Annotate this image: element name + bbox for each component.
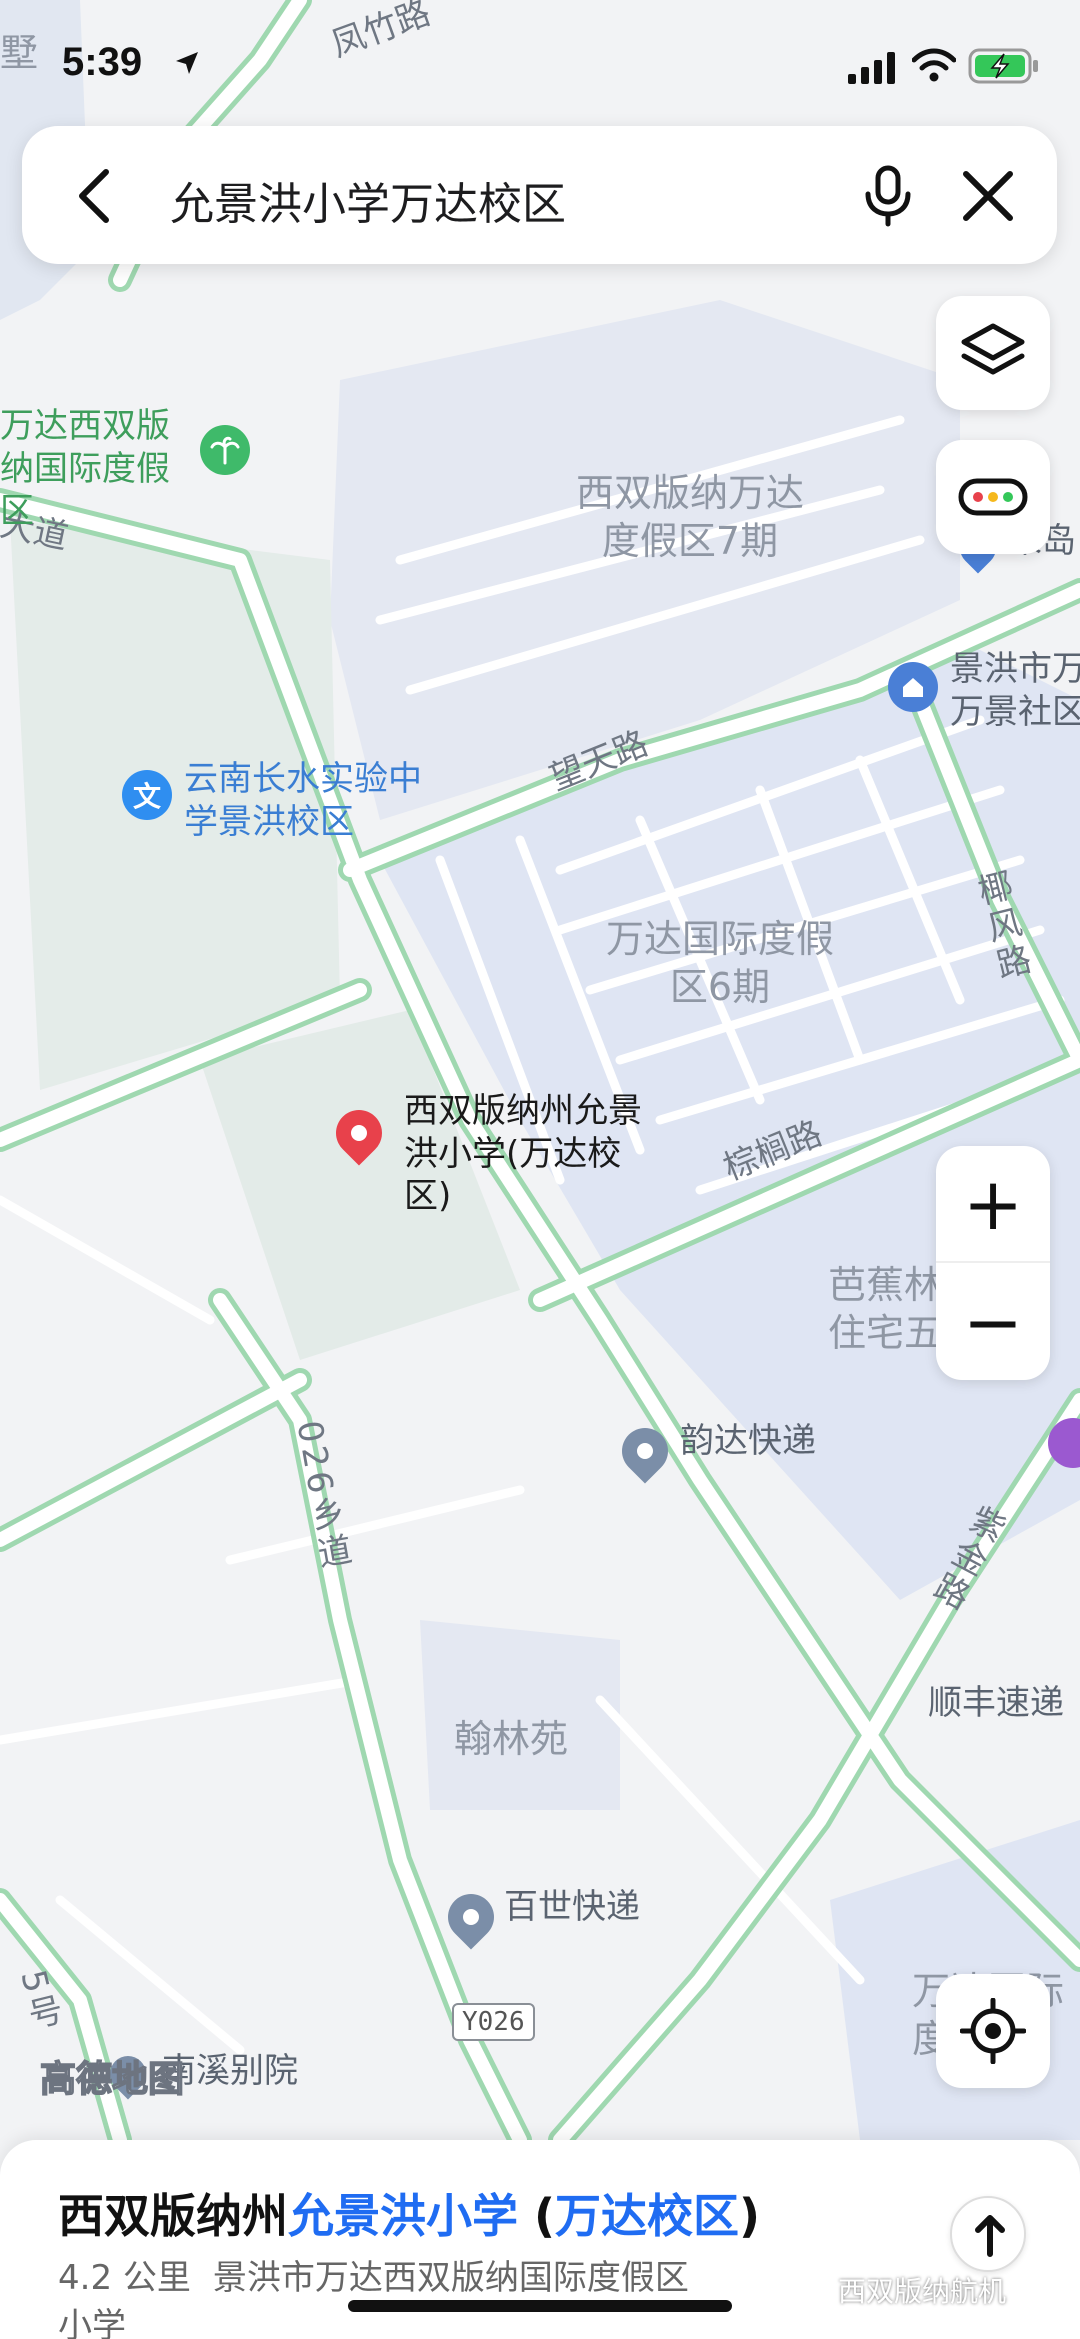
area-label-phase6[interactable]: 万达国际度假区6期 bbox=[600, 916, 840, 1011]
community-icon bbox=[888, 662, 938, 712]
zoom-in-button[interactable]: + bbox=[936, 1146, 1050, 1263]
wifi-icon bbox=[912, 48, 956, 82]
area-label-phase7[interactable]: 西双版纳万达度假区7期 bbox=[560, 470, 820, 565]
result-title[interactable]: 西双版纳州允景洪小学 (万达校区) bbox=[58, 2180, 760, 2246]
result-subtitle: 4.2 公里 景洪市万达西双版纳国际度假区 bbox=[58, 2250, 689, 2299]
result-distance: 4.2 公里 bbox=[58, 2258, 191, 2298]
traffic-toggle-button[interactable] bbox=[936, 440, 1050, 554]
result-address: 景洪市万达西双版纳国际度假区 bbox=[212, 2258, 689, 2298]
poi-label: 百世快递 bbox=[504, 1887, 640, 1927]
area-label-hanlinyuan[interactable]: 翰林苑 bbox=[454, 1716, 568, 1764]
road-shield-y026: Y026 bbox=[452, 2003, 535, 2041]
search-input[interactable]: 允景洪小学万达校区 bbox=[170, 168, 566, 232]
result-title-prefix: 西双版纳州 bbox=[58, 2189, 288, 2243]
route-button[interactable] bbox=[950, 2196, 1026, 2272]
zoom-out-button[interactable]: − bbox=[936, 1263, 1050, 1380]
result-title-paren: ) bbox=[739, 2189, 761, 2243]
palm-tree-icon bbox=[200, 425, 250, 475]
result-address-cont: 小学 bbox=[58, 2306, 126, 2339]
result-title-highlight2: 万达校区 bbox=[555, 2189, 740, 2243]
signal-icon bbox=[848, 52, 895, 84]
up-arrow-icon bbox=[975, 2215, 1005, 2257]
poi-label: 顺丰速递 bbox=[928, 1683, 1064, 1723]
poi-label: 西双版纳州允景洪小学(万达校区) bbox=[404, 1091, 642, 1216]
result-title-paren: ( bbox=[518, 2189, 556, 2243]
result-title-highlight: 允景洪小学 bbox=[288, 2189, 518, 2243]
poi-label: 韵达快递 bbox=[680, 1421, 816, 1461]
microphone-icon[interactable] bbox=[860, 164, 916, 228]
traffic-light-icon bbox=[958, 478, 1028, 516]
poi-label: 万达西双版纳国际度假区 bbox=[0, 406, 170, 531]
watermark-text: 西双版纳航机 bbox=[838, 2275, 1007, 2308]
zoom-controls: + − bbox=[936, 1146, 1050, 1380]
location-arrow-icon bbox=[176, 52, 198, 74]
layers-icon bbox=[961, 323, 1025, 375]
poi-label: 景洪市万万景社区 bbox=[950, 649, 1080, 732]
close-icon[interactable] bbox=[960, 168, 1016, 224]
home-indicator[interactable] bbox=[348, 2300, 732, 2312]
poi-label: 云南长水实验中学景洪校区 bbox=[184, 759, 422, 842]
back-arrow-icon[interactable] bbox=[68, 166, 124, 226]
status-time: 5:39 bbox=[62, 40, 143, 84]
school-wen-icon: 文 bbox=[122, 770, 172, 820]
battery-charging-icon bbox=[968, 48, 1038, 84]
status-bar: 5:39 bbox=[0, 0, 1080, 130]
locate-me-button[interactable] bbox=[936, 1974, 1050, 2088]
search-bar[interactable]: 允景洪小学万达校区 bbox=[22, 126, 1057, 264]
crosshair-icon bbox=[960, 1998, 1026, 2064]
layers-button[interactable] bbox=[936, 296, 1050, 410]
amap-logo: 高德地图 bbox=[39, 2058, 185, 2101]
